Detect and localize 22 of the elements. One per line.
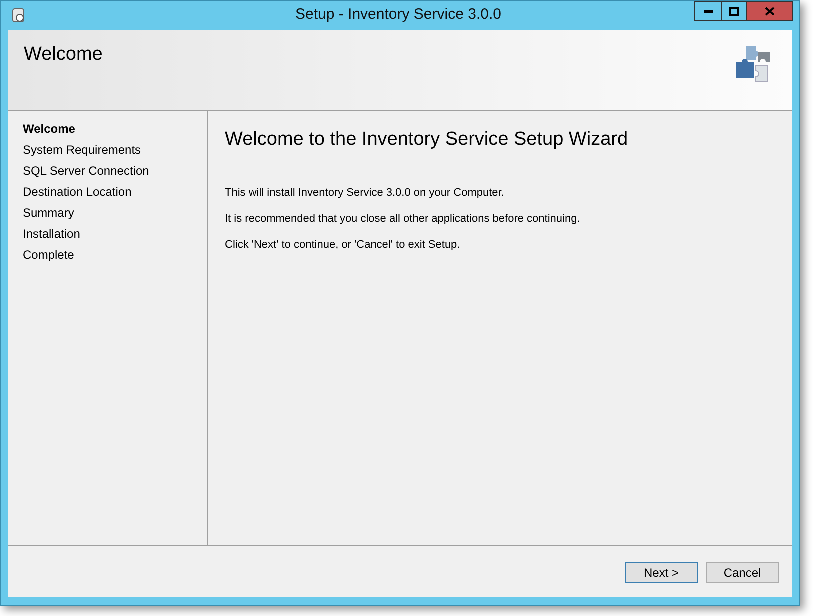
step-item: System Requirements (23, 142, 142, 158)
info-text: This will install Inventory Service 3.0.0 on your Computer. (225, 186, 506, 200)
step-item: Summary (23, 205, 76, 221)
wizard-button[interactable]: Next > (625, 562, 698, 583)
info-text: Click 'Next' to continue, or 'Cancel' to exit Setup. (225, 238, 462, 252)
minimize-button[interactable] (694, 1, 721, 21)
maximize-icon (729, 6, 739, 16)
step-item: Complete (23, 247, 76, 263)
step-item: Installation (23, 226, 82, 242)
wizard-button[interactable]: Cancel (706, 562, 779, 583)
page-title: Welcome (24, 43, 103, 67)
step-item: Destination Location (23, 184, 133, 200)
maximize-button[interactable] (721, 1, 747, 21)
wizard-heading: Welcome to the Inventory Service Setup Wizard (225, 128, 630, 152)
close-button[interactable] (747, 1, 793, 21)
installer-icon (11, 7, 27, 24)
minimize-icon (704, 10, 712, 12)
info-text: It is recommended that you close all other applications before continuing. (225, 212, 582, 226)
window-title: Setup - Inventory Service 3.0.0 (296, 5, 502, 26)
step-item: Welcome (23, 121, 76, 137)
step-item: SQL Server Connection (23, 163, 150, 179)
close-icon (764, 6, 774, 16)
